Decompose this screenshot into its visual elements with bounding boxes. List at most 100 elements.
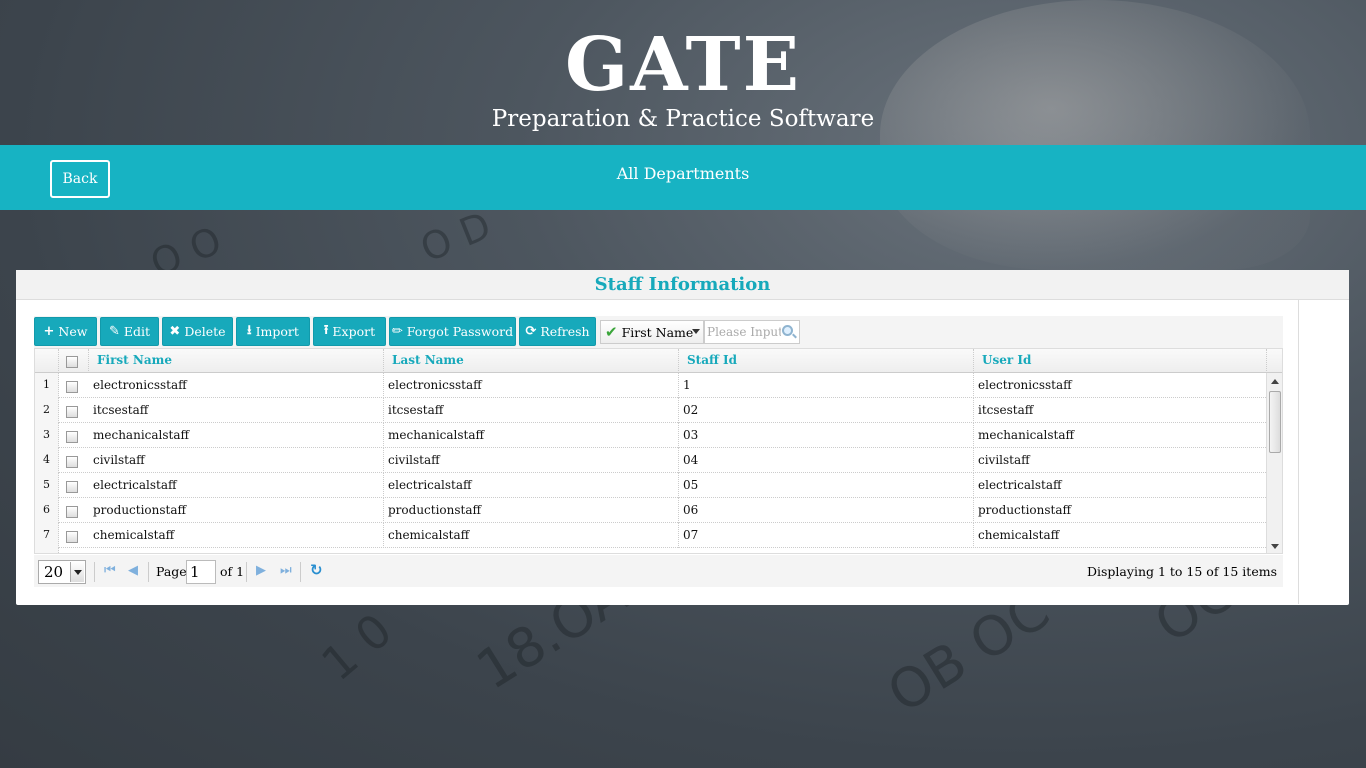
edit-button-label: Edit <box>123 324 151 339</box>
cell-first-name: mechanicalstaff <box>89 423 384 448</box>
edit-icon: ✎ <box>108 324 120 339</box>
column-header-user-id[interactable]: User Id <box>974 349 1267 373</box>
chevron-down-icon <box>692 329 700 334</box>
background-decoration: 1 0 <box>311 602 402 692</box>
forgot-password-label: Forgot Password <box>406 324 514 339</box>
reload-icon[interactable]: ↻ <box>310 561 323 579</box>
cell-user-id: itcsestaff <box>978 403 1034 417</box>
page-size-select[interactable]: 20 <box>38 560 86 584</box>
cell-first-name: itcsestaff <box>89 398 384 423</box>
table-row[interactable]: 6 productionstaff productionstaff 06 pro… <box>35 498 1266 523</box>
delete-button-label: Delete <box>184 324 226 339</box>
pager-divider <box>148 562 149 582</box>
table-row[interactable]: 2 itcsestaff itcsestaff 02 itcsestaff <box>35 398 1266 423</box>
cell-user-id: civilstaff <box>978 453 1030 467</box>
table-row[interactable]: 5 electricalstaff electricalstaff 05 ele… <box>35 473 1266 498</box>
nav-bar: Back All Departments <box>0 145 1366 210</box>
pager-divider <box>94 562 95 582</box>
row-number: 4 <box>35 448 59 473</box>
cell-first-name: chemicalstaff <box>89 523 384 548</box>
row-checkbox[interactable] <box>66 531 78 543</box>
display-info: Displaying 1 to 15 of 15 items <box>1087 564 1277 579</box>
row-number: 7 <box>35 523 59 548</box>
row-checkbox[interactable] <box>66 506 78 518</box>
background-decoration: O D <box>414 203 497 271</box>
page-count-label: of 1 <box>220 564 245 579</box>
table-row[interactable]: 4 civilstaff civilstaff 04 civilstaff <box>35 448 1266 473</box>
table-header: First Name Last Name Staff Id User Id <box>35 349 1282 373</box>
row-number: 3 <box>35 423 59 448</box>
row-checkbox[interactable] <box>66 406 78 418</box>
delete-icon: ✖ <box>169 324 181 339</box>
cell-user-id: electronicsstaff <box>978 378 1072 392</box>
cell-first-name: electricalstaff <box>89 473 384 498</box>
staff-table: First Name Last Name Staff Id User Id 1 … <box>34 348 1283 554</box>
cell-last-name: electricalstaff <box>384 473 679 498</box>
pagination-bar: 20 ⏮ ◀ Page of 1 ▶ ⏭ ↻ Displaying 1 to 1… <box>34 555 1283 587</box>
select-all-header <box>59 349 89 373</box>
chevron-down-icon <box>70 562 84 582</box>
export-button[interactable]: ⭱ Export <box>313 317 386 346</box>
row-number: 1 <box>35 373 59 398</box>
refresh-icon: ⟳ <box>525 324 537 339</box>
first-page-icon[interactable]: ⏮ <box>104 563 116 578</box>
cell-staff-id: 02 <box>679 398 974 423</box>
table-row[interactable]: 1 electronicsstaff electronicsstaff 1 el… <box>35 373 1266 398</box>
column-header-last-name[interactable]: Last Name <box>384 349 679 373</box>
scroll-up-arrow-icon[interactable] <box>1271 379 1279 384</box>
cell-last-name: civilstaff <box>384 448 679 473</box>
cell-user-id: productionstaff <box>978 503 1072 517</box>
select-all-checkbox[interactable] <box>66 356 78 368</box>
import-icon: ⭳ <box>247 322 252 338</box>
app-title: GATE <box>564 22 802 108</box>
cell-user-id: chemicalstaff <box>978 528 1060 542</box>
new-button-label: New <box>58 324 88 339</box>
table-row-partial[interactable] <box>35 548 1266 553</box>
table-row[interactable]: 3 mechanicalstaff mechanicalstaff 03 mec… <box>35 423 1266 448</box>
edit-button[interactable]: ✎ Edit <box>100 317 159 346</box>
row-checkbox[interactable] <box>66 431 78 443</box>
pager-divider <box>300 562 301 582</box>
scrollbar-thumb[interactable] <box>1269 391 1281 453</box>
pager-divider <box>246 562 247 582</box>
cell-last-name: chemicalstaff <box>384 523 679 548</box>
cell-staff-id: 07 <box>679 523 974 548</box>
section-title: All Departments <box>616 164 750 183</box>
vertical-scrollbar[interactable] <box>1266 373 1282 553</box>
cell-staff-id: 05 <box>679 473 974 498</box>
page-number-input[interactable] <box>186 560 216 584</box>
cell-user-id: electricalstaff <box>978 478 1062 492</box>
search-field-select[interactable]: ✔ First Name <box>600 320 704 344</box>
table-row[interactable]: 7 chemicalstaff chemicalstaff 07 chemica… <box>35 523 1266 548</box>
cell-first-name: electronicsstaff <box>89 373 384 398</box>
scroll-down-arrow-icon[interactable] <box>1271 544 1279 549</box>
row-checkbox[interactable] <box>66 481 78 493</box>
refresh-button[interactable]: ⟳ Refresh <box>519 317 596 346</box>
last-page-icon[interactable]: ⏭ <box>280 563 292 578</box>
row-number: 6 <box>35 498 59 523</box>
cell-staff-id: 06 <box>679 498 974 523</box>
cell-last-name: mechanicalstaff <box>384 423 679 448</box>
delete-button[interactable]: ✖ Delete <box>162 317 233 346</box>
cell-last-name: electronicsstaff <box>384 373 679 398</box>
import-button[interactable]: ⭳ Import <box>236 317 310 346</box>
previous-page-icon[interactable]: ◀ <box>128 563 138 578</box>
forgot-password-button[interactable]: ✏ Forgot Password <box>389 317 516 346</box>
pencil-icon: ✏ <box>391 324 403 339</box>
cell-staff-id: 1 <box>679 373 974 398</box>
next-page-icon[interactable]: ▶ <box>256 563 266 578</box>
new-button[interactable]: + New <box>34 317 97 346</box>
page-label: Page <box>156 564 187 579</box>
cell-user-id: mechanicalstaff <box>978 428 1075 442</box>
toolbar: + New ✎ Edit ✖ Delete ⭳ Import ⭱ Export … <box>34 316 1283 348</box>
column-header-staff-id[interactable]: Staff Id <box>679 349 974 373</box>
cell-staff-id: 04 <box>679 448 974 473</box>
column-header-first-name[interactable]: First Name <box>89 349 384 373</box>
staff-panel: Staff Information + New ✎ Edit ✖ Delete … <box>16 270 1349 605</box>
cell-first-name: productionstaff <box>89 498 384 523</box>
row-checkbox[interactable] <box>66 456 78 468</box>
import-button-label: Import <box>255 324 299 339</box>
search-icon[interactable] <box>782 325 793 336</box>
row-checkbox[interactable] <box>66 381 78 393</box>
cell-first-name: civilstaff <box>89 448 384 473</box>
